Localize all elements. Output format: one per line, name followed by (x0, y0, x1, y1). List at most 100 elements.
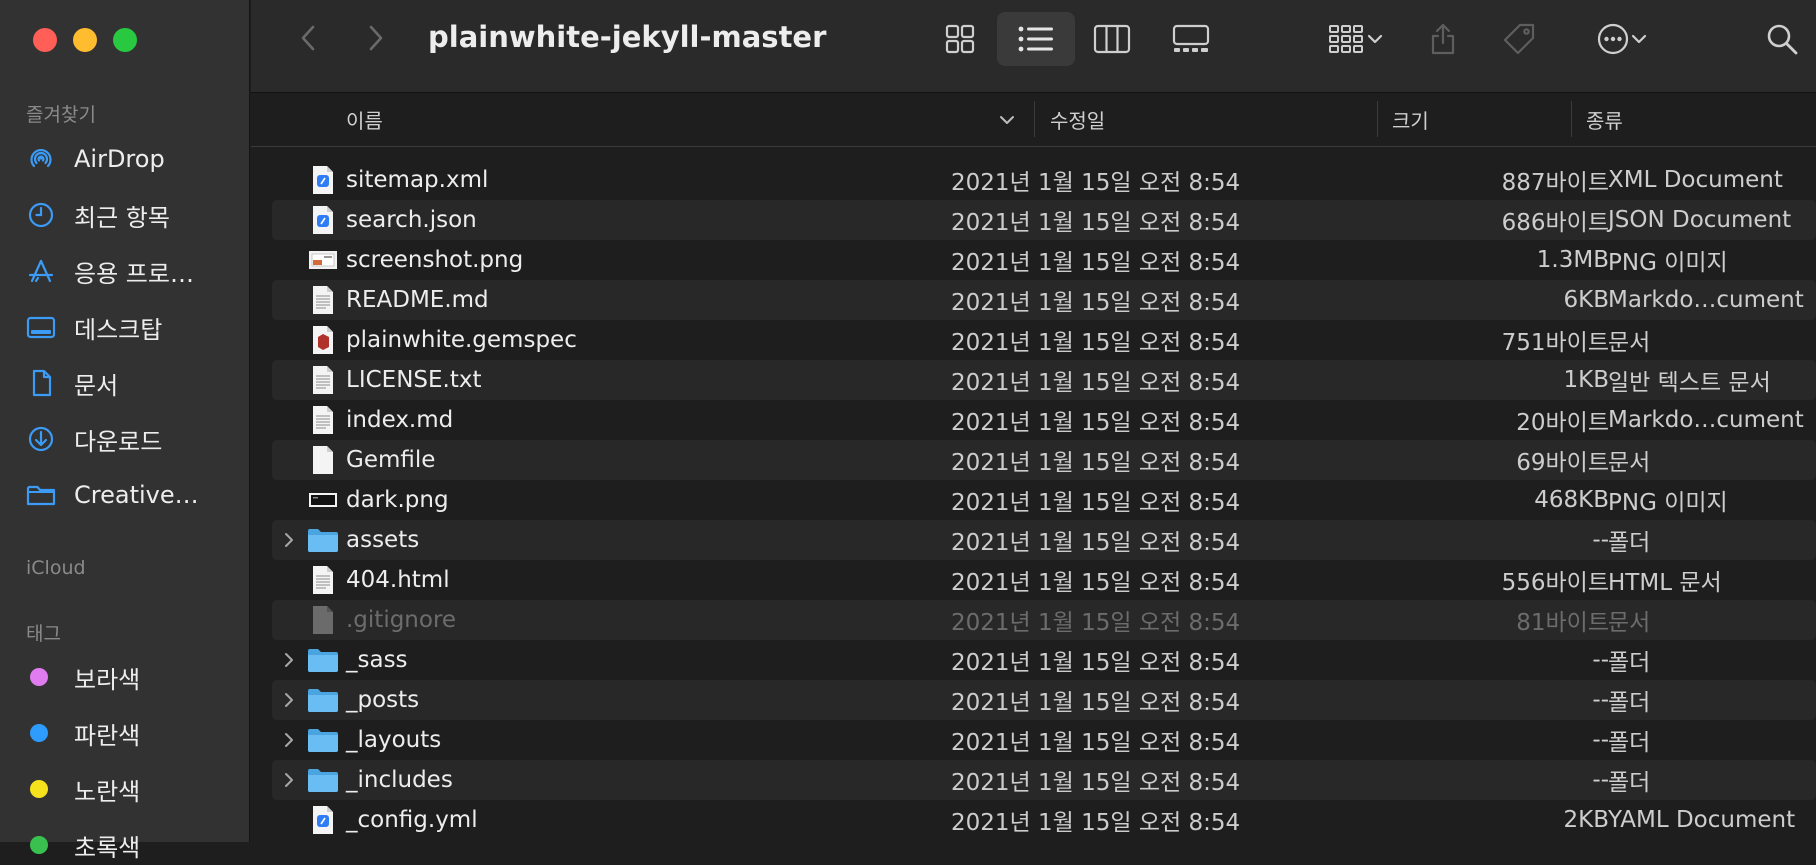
gallery-view-button[interactable] (1161, 14, 1221, 64)
column-header-name[interactable]: 이름 (346, 105, 383, 134)
disclosure-spacer (272, 800, 306, 840)
sidebar-item-recents[interactable]: 최근 항목 (26, 195, 241, 235)
close-window-button[interactable] (33, 28, 57, 52)
file-kind: 일반 텍스트 문서 (1608, 370, 1771, 396)
airdrop-icon (26, 145, 58, 173)
file-modified-date: 2021년 1월 15일 오전 8:54 (951, 690, 1241, 716)
dark-image-file-icon (306, 480, 340, 520)
sidebar-item-documents[interactable]: 문서 (26, 363, 241, 403)
chevron-down-icon (1631, 34, 1647, 44)
sidebar-tag-blue[interactable]: 파란색 (26, 713, 241, 753)
sidebar-item-desktop[interactable]: 데스크탑 (26, 307, 241, 347)
column-view-button[interactable] (1085, 14, 1139, 64)
disclosure-triangle-icon[interactable] (272, 640, 306, 680)
disclosure-spacer (272, 480, 306, 520)
file-kind: 폴더 (1608, 770, 1651, 796)
sidebar-item-airdrop[interactable]: AirDrop (26, 139, 241, 179)
column-divider[interactable] (1571, 101, 1572, 137)
disclosure-spacer (272, 280, 306, 320)
search-button[interactable] (1757, 14, 1807, 64)
sidebar-item-label: 데스크탑 (74, 315, 163, 344)
disclosure-triangle-icon[interactable] (272, 720, 306, 760)
file-name: LICENSE.txt (346, 367, 482, 393)
folder-icon (306, 640, 340, 680)
sidebar-item-creative[interactable]: Creative… (26, 475, 241, 515)
forward-button[interactable] (357, 20, 393, 56)
column-header-modified[interactable]: 수정일 (1050, 105, 1105, 134)
zoom-window-button[interactable] (113, 28, 137, 52)
file-size: -- (1592, 767, 1609, 793)
sidebar-item-downloads[interactable]: 다운로드 (26, 419, 241, 459)
column-divider[interactable] (1377, 101, 1378, 137)
file-kind: 폴더 (1608, 650, 1651, 676)
image-file-icon (306, 240, 340, 280)
file-row[interactable]: plainwhite.gemspec 2021년 1월 15일 오전 8:54 75… (272, 320, 1816, 360)
file-modified-date: 2021년 1월 15일 오전 8:54 (951, 330, 1241, 356)
back-button[interactable] (291, 20, 327, 56)
file-modified-date: 2021년 1월 15일 오전 8:54 (951, 530, 1241, 556)
group-icon (1329, 25, 1363, 53)
file-kind: Markdo…cument (1608, 287, 1804, 313)
file-row[interactable]: index.md 2021년 1월 15일 오전 8:54 20바이트 Markdo…… (272, 400, 1816, 440)
file-row[interactable]: screenshot.png 2021년 1월 15일 오전 8:54 1.3MB P… (272, 240, 1816, 280)
file-kind: 문서 (1608, 450, 1651, 476)
disclosure-spacer (272, 360, 306, 400)
window-title: plainwhite-jekyll-master (428, 20, 827, 54)
file-row[interactable]: 404.html 2021년 1월 15일 오전 8:54 556바이트 HTML 문… (272, 560, 1816, 600)
folder-row[interactable]: _sass 2021년 1월 15일 오전 8:54 -- 폴더 (272, 640, 1816, 680)
tag-button[interactable] (1495, 14, 1543, 64)
file-kind: Markdo…cument (1608, 407, 1804, 433)
toolbar: plainwhite-jekyll-master (251, 0, 1816, 93)
blank-file-icon (306, 440, 340, 480)
file-row[interactable]: Gemfile 2021년 1월 15일 오전 8:54 69바이트 문서 (272, 440, 1816, 480)
file-size: 1.3MB (1536, 247, 1609, 273)
favorites-section-title: 즐겨찾기 (26, 104, 96, 126)
sidebar-tag-green[interactable]: 초록색 (26, 825, 241, 865)
file-size: 81바이트 (1516, 610, 1609, 636)
folder-row[interactable]: _includes 2021년 1월 15일 오전 8:54 -- 폴더 (272, 760, 1816, 800)
file-name: plainwhite.gemspec (346, 327, 577, 353)
folder-row[interactable]: _posts 2021년 1월 15일 오전 8:54 -- 폴더 (272, 680, 1816, 720)
file-size: 69바이트 (1516, 450, 1609, 476)
file-size: 751바이트 (1501, 330, 1609, 356)
list-view-button[interactable] (997, 12, 1075, 66)
sidebar-tag-yellow[interactable]: 노란색 (26, 769, 241, 809)
folder-row[interactable]: assets 2021년 1월 15일 오전 8:54 -- 폴더 (272, 520, 1816, 560)
sidebar-item-applications[interactable]: 응용 프로… (26, 251, 241, 291)
disclosure-triangle-icon[interactable] (272, 520, 306, 560)
share-button[interactable] (1421, 14, 1465, 64)
file-row[interactable]: search.json 2021년 1월 15일 오전 8:54 686바이트 JSO… (272, 200, 1816, 240)
file-row[interactable]: dark.png 2021년 1월 15일 오전 8:54 468KB PNG 이미지 (272, 480, 1816, 520)
clock-icon (26, 201, 58, 229)
action-menu-button[interactable] (1583, 14, 1661, 64)
file-kind: 폴더 (1608, 690, 1651, 716)
file-row[interactable]: .gitignore 2021년 1월 15일 오전 8:54 81바이트 문서 (272, 600, 1816, 640)
sidebar-tag-label: 초록색 (74, 833, 141, 862)
sidebar-tag-purple[interactable]: 보라색 (26, 657, 241, 697)
sort-chevron-icon[interactable] (998, 114, 1016, 126)
column-header-kind[interactable]: 종류 (1586, 105, 1623, 134)
sidebar-item-label: 최근 항목 (74, 203, 170, 232)
sidebar-item-label: AirDrop (74, 145, 165, 173)
document-icon (26, 369, 58, 397)
disclosure-spacer (272, 200, 306, 240)
chevron-down-icon (1367, 34, 1383, 44)
minimize-window-button[interactable] (73, 28, 97, 52)
column-header-size[interactable]: 크기 (1392, 105, 1429, 134)
file-row[interactable]: _config.yml 2021년 1월 15일 오전 8:54 2KB YAML D… (272, 800, 1816, 840)
disclosure-triangle-icon[interactable] (272, 760, 306, 800)
file-row[interactable]: sitemap.xml 2021년 1월 15일 오전 8:54 887바이트 XML… (272, 160, 1816, 200)
group-by-button[interactable] (1317, 14, 1395, 64)
icon-view-button[interactable] (933, 14, 987, 64)
file-modified-date: 2021년 1월 15일 오전 8:54 (951, 450, 1241, 476)
disclosure-triangle-icon[interactable] (272, 680, 306, 720)
hidden-file-icon (306, 600, 340, 640)
folder-row[interactable]: _layouts 2021년 1월 15일 오전 8:54 -- 폴더 (272, 720, 1816, 760)
file-row[interactable]: README.md 2021년 1월 15일 오전 8:54 6KB Markdo…c… (272, 280, 1816, 320)
file-size: -- (1592, 687, 1609, 713)
blue-tag-icon (26, 719, 58, 747)
file-row[interactable]: LICENSE.txt 2021년 1월 15일 오전 8:54 1KB 일반 텍스트… (272, 360, 1816, 400)
sidebar: 즐겨찾기 AirDrop 최근 항목 응용 프로… 데스크탑 문서 다운로드 C… (0, 0, 250, 862)
column-divider[interactable] (1034, 101, 1035, 137)
file-name: _posts (346, 687, 420, 713)
